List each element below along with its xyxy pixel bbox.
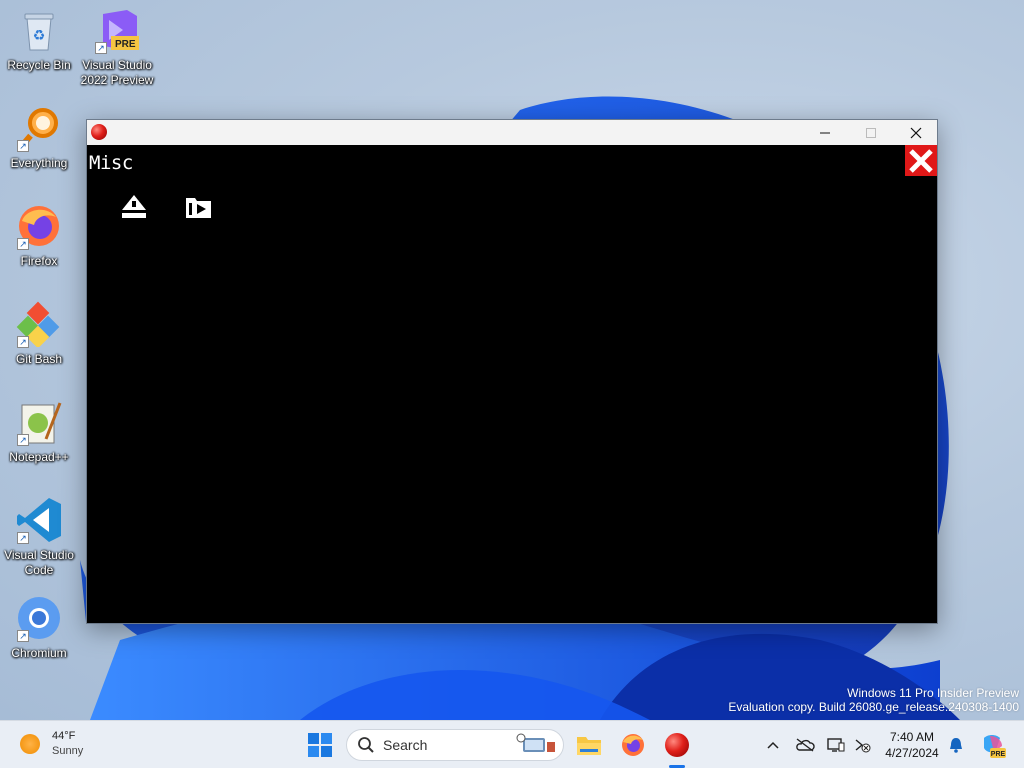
vscode-icon: ↗ (15, 496, 63, 544)
exit-button[interactable] (905, 145, 937, 176)
svg-text:PRE: PRE (991, 751, 1006, 758)
shortcut-arrow-icon: ↗ (95, 42, 107, 54)
desktop-icon-git-bash[interactable]: ↗ Git Bash (1, 300, 77, 367)
chromium-icon: ↗ (15, 594, 63, 642)
close-icon (910, 127, 922, 138)
bell-icon (950, 738, 962, 753)
taskbar-firefox[interactable] (617, 729, 649, 761)
folder-play-icon (186, 198, 211, 218)
pre-badge: PRE (115, 39, 136, 50)
folder-play-button[interactable] (184, 192, 214, 222)
desktop-icon-label: Visual Studio 2022 Preview (80, 58, 154, 87)
firefox-icon (622, 734, 644, 756)
clock-time: 7:40 AM (889, 730, 935, 744)
desktop-icon-label: Everything (10, 156, 68, 170)
app-canvas[interactable]: Misc (87, 145, 937, 623)
eject-icon (122, 195, 146, 218)
taskbar: 44°F Sunny Search 7:40 AM 4/27/2024 PRE (0, 720, 1024, 768)
desktop-icon-visual-studio-preview[interactable]: PRE ↗ Visual Studio 2022 Preview (79, 6, 155, 88)
everything-search-icon: ↗ (15, 104, 63, 152)
watermark-edition: Windows 11 Pro Insider Preview (847, 686, 1019, 700)
windows-logo-icon (308, 733, 332, 757)
search-highlight-icon (516, 733, 555, 752)
desktop-icon-label: Notepad++ (9, 450, 69, 464)
cloud-offline-icon (796, 738, 815, 752)
desktop-icon-chromium[interactable]: ↗ Chromium (1, 594, 77, 661)
shortcut-arrow-icon: ↗ (17, 532, 29, 544)
shortcut-arrow-icon: ↗ (17, 140, 29, 152)
maximize-icon (866, 127, 876, 138)
page-title: Misc (89, 152, 133, 174)
copilot-button[interactable]: PRE (980, 732, 1006, 758)
close-x-icon (909, 148, 933, 173)
minimize-icon (820, 132, 830, 133)
shortcut-arrow-icon: ↗ (17, 238, 29, 250)
taskbar-active-app[interactable] (661, 729, 693, 761)
desktop-icon-label: Visual Studio Code (4, 548, 74, 577)
shortcut-arrow-icon: ↗ (17, 630, 29, 642)
close-button[interactable] (893, 120, 939, 145)
eject-button[interactable] (119, 192, 149, 222)
desktop-icon-label: Git Bash (15, 352, 63, 366)
copilot-pre-icon: PRE (984, 735, 1006, 758)
weather-widget[interactable]: 44°F Sunny (20, 729, 83, 759)
display-tray[interactable] (826, 735, 846, 755)
app-window[interactable]: Misc (86, 119, 938, 624)
desktop-icon-recycle-bin[interactable]: ♻ Recycle Bin (1, 6, 77, 73)
folder-icon (577, 737, 601, 755)
weather-temperature: 44°F (52, 730, 76, 742)
windows-watermark: Windows 11 Pro Insider Preview Evaluatio… (728, 686, 1019, 714)
notepad-plus-plus-icon: ↗ (15, 398, 63, 446)
onedrive-tray[interactable] (795, 735, 815, 755)
maximize-button[interactable] (848, 120, 894, 145)
recycle-bin-icon: ♻ (15, 6, 63, 54)
search-placeholder: Search (383, 737, 428, 753)
taskbar-file-explorer[interactable] (573, 729, 605, 761)
firefox-icon: ↗ (15, 202, 63, 250)
shortcut-arrow-icon: ↗ (17, 336, 29, 348)
desktop-icon-everything[interactable]: ↗ Everything (1, 104, 77, 171)
desktop-icon-label: Firefox (20, 254, 58, 268)
desktop-icon-firefox[interactable]: ↗ Firefox (1, 202, 77, 269)
minimize-button[interactable] (802, 120, 848, 145)
start-button[interactable] (306, 731, 334, 759)
sunny-weather-icon (20, 734, 40, 754)
weather-condition: Sunny (52, 745, 84, 757)
show-hidden-icons-button[interactable] (763, 735, 783, 755)
svg-text:♻: ♻ (33, 27, 46, 43)
git-bash-icon: ↗ (15, 300, 63, 348)
desktop-icon-notepad-plus-plus[interactable]: ↗ Notepad++ (1, 398, 77, 465)
search-icon (358, 737, 374, 753)
desktop-icon-vscode[interactable]: ↗ Visual Studio Code (1, 496, 77, 578)
app-red-ball-icon (665, 733, 689, 757)
notifications-button[interactable] (946, 735, 966, 755)
taskbar-search[interactable]: Search (346, 729, 564, 761)
desktop-icon-label: Chromium (11, 646, 67, 660)
network-disconnected-icon (855, 739, 871, 753)
shortcut-arrow-icon: ↗ (17, 434, 29, 446)
monitor-icon (827, 738, 845, 752)
app-red-ball-icon[interactable] (91, 124, 107, 140)
desktop-icon-label: Recycle Bin (7, 58, 71, 72)
chevron-up-icon (767, 741, 779, 749)
visual-studio-preview-icon: PRE ↗ (93, 6, 141, 54)
taskbar-clock[interactable]: 7:40 AM 4/27/2024 (880, 729, 944, 761)
window-titlebar[interactable] (87, 120, 937, 145)
watermark-build: Evaluation copy. Build 26080.ge_release.… (728, 700, 1019, 714)
clock-date: 4/27/2024 (885, 746, 939, 760)
network-tray[interactable] (852, 735, 872, 755)
